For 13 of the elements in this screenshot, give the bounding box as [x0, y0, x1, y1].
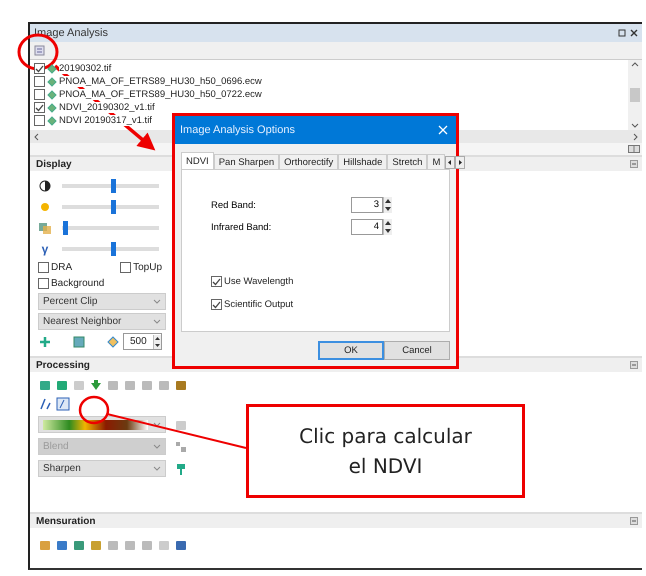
- callout-text: Clic para calcular el NDVI: [299, 423, 472, 480]
- gamma-symbol: γ: [40, 242, 50, 256]
- section-title: Mensuration: [36, 516, 96, 526]
- section-title: Display: [36, 158, 72, 170]
- field-label: Red Band:: [211, 200, 257, 210]
- dialog-title: Image Analysis Options: [180, 124, 295, 136]
- field-label: Infrared Band:: [211, 222, 272, 232]
- checkbox-label: Use Wavelength: [224, 276, 294, 287]
- checkbox-label: TopUp: [133, 262, 162, 273]
- checkbox-label: DRA: [51, 262, 72, 273]
- checkbox-label: Scientific Output: [224, 299, 294, 310]
- section-title: Processing: [36, 360, 90, 370]
- checkbox-label: Background: [51, 278, 104, 289]
